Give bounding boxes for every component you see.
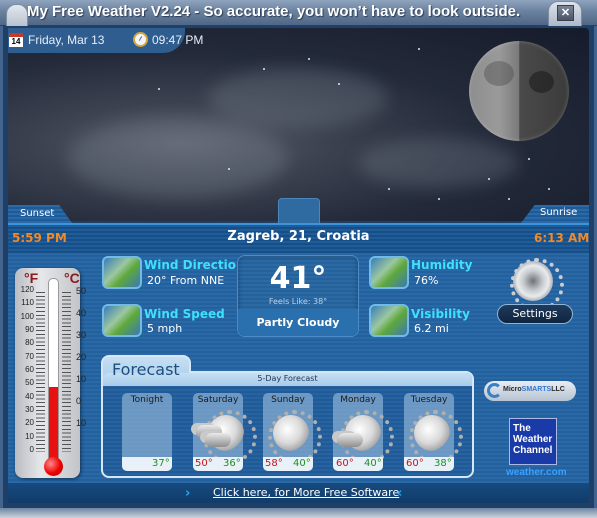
wind-speed-icon (102, 304, 142, 337)
high-temp: 60° (336, 458, 354, 469)
moon-phase-icon (469, 41, 569, 141)
ms-prefix: Micro (503, 386, 522, 393)
twc-line: The (513, 423, 531, 434)
fahrenheit-tick: 50 (25, 378, 34, 388)
celsius-tick: 30 (76, 330, 87, 340)
sunrise-label: Sunrise (540, 207, 578, 218)
fahrenheit-tick: 60 (25, 365, 34, 374)
fahrenheit-tick: 90 (25, 325, 34, 334)
sunny-hazy-icon (268, 410, 322, 464)
cloud-icon (337, 433, 363, 447)
humidity-value: 76% (414, 274, 439, 287)
celsius-tick: 50 (76, 286, 87, 296)
panel-toggle-handle[interactable] (278, 198, 320, 223)
wind-direction-label: Wind Direction (144, 258, 245, 272)
low-temp: 37° (152, 458, 170, 469)
celsius-tick: 20 (76, 352, 87, 362)
fahrenheit-tick: 70 (25, 351, 34, 361)
day-name: Sunday (271, 395, 305, 405)
window-title: My Free Weather V2.24 - So accurate, you… (27, 3, 521, 20)
close-button-frame: ✕ (548, 1, 582, 26)
ms-mid: SMARTS (521, 386, 552, 393)
high-temp: 60° (406, 458, 424, 469)
fahrenheit-tick: 80 (25, 338, 34, 348)
low-temp: 38° (434, 458, 452, 469)
fahrenheit-tick: 0 (29, 445, 34, 454)
close-button[interactable]: ✕ (557, 5, 574, 21)
location-name[interactable]: Zagreb, 21, Croatia (0, 229, 597, 244)
twc-line: Weather (513, 434, 553, 445)
day-name: Monday (340, 395, 376, 405)
chevron-left-icon: ‹ (397, 486, 403, 501)
visibility-icon (369, 304, 409, 337)
low-temp: 40° (293, 458, 311, 469)
humidity-icon (369, 256, 409, 289)
fahrenheit-tick: 30 (25, 405, 34, 414)
thermometer-tube (48, 278, 59, 463)
mercury-level (49, 387, 58, 462)
day-name: Tonight (130, 395, 164, 405)
feels-like: Feels Like: 38° (268, 297, 328, 306)
microsmarts-swirl-icon (487, 383, 502, 398)
chevron-right-icon: › (185, 486, 191, 501)
title-tab (6, 4, 28, 26)
weather-channel-logo[interactable]: The Weather Channel (509, 418, 557, 465)
fahrenheit-tick: 20 (25, 418, 34, 428)
microsmarts-text: MicroSMARTSLLC (503, 386, 565, 393)
wind-speed-label: Wind Speed (144, 307, 225, 321)
cloud-icon (205, 433, 231, 447)
calendar-icon: 14 (9, 33, 23, 47)
wind-direction-icon (102, 256, 142, 289)
more-software-link[interactable]: Click here, for More Free Software (213, 486, 399, 499)
window-bottom-edge (0, 508, 597, 518)
fahrenheit-label: °F (24, 270, 39, 286)
current-date: Friday, Mar 13 (28, 33, 105, 47)
celsius-tick: 40 (76, 308, 87, 318)
current-condition: Partly Cloudy (256, 316, 340, 329)
forecast-subtitle: 5-Day Forecast (257, 374, 318, 383)
low-temp: 40° (364, 458, 382, 469)
low-temp: 36° (223, 458, 241, 469)
celsius-tick: 10 (76, 418, 87, 428)
celsius-tick: 10 (76, 374, 87, 384)
fahrenheit-scale (36, 292, 45, 452)
high-temp: 50° (195, 458, 213, 469)
thermometer-bulb (44, 457, 63, 476)
fahrenheit-tick: 10 (25, 431, 34, 441)
gear-icon[interactable] (510, 258, 564, 312)
settings-button[interactable]: Settings (497, 304, 573, 324)
high-temp: 58° (265, 458, 283, 469)
fahrenheit-tick: 120 (20, 285, 34, 294)
visibility-label: Visibility (411, 307, 470, 321)
wind-speed-value: 5 mph (147, 322, 183, 335)
sunny-icon (409, 410, 463, 464)
current-time: 09:47 PM (152, 33, 204, 47)
sunrise-time: 6:13 AM (534, 231, 590, 245)
humidity-label: Humidity (411, 258, 473, 272)
twc-line: Channel (513, 445, 553, 456)
celsius-tick: 0 (76, 396, 82, 406)
fahrenheit-tick: 110 (21, 298, 34, 308)
clock-icon (133, 32, 148, 47)
current-temperature: 41° (269, 261, 327, 296)
weather-com-link[interactable]: weather.com (506, 467, 567, 478)
day-name: Tuesday (410, 395, 448, 405)
day-name: Saturday (197, 395, 239, 405)
celsius-scale (62, 292, 71, 452)
ms-suffix: LLC (551, 386, 565, 393)
wind-direction-value: 20° From NNE (147, 274, 225, 287)
sunset-label: Sunset (20, 208, 55, 219)
visibility-value: 6.2 mi (414, 322, 449, 335)
celsius-label: °C (64, 270, 80, 286)
fahrenheit-tick: 40 (25, 391, 34, 401)
close-icon: ✕ (560, 7, 571, 19)
fahrenheit-tick: 100 (20, 311, 34, 321)
